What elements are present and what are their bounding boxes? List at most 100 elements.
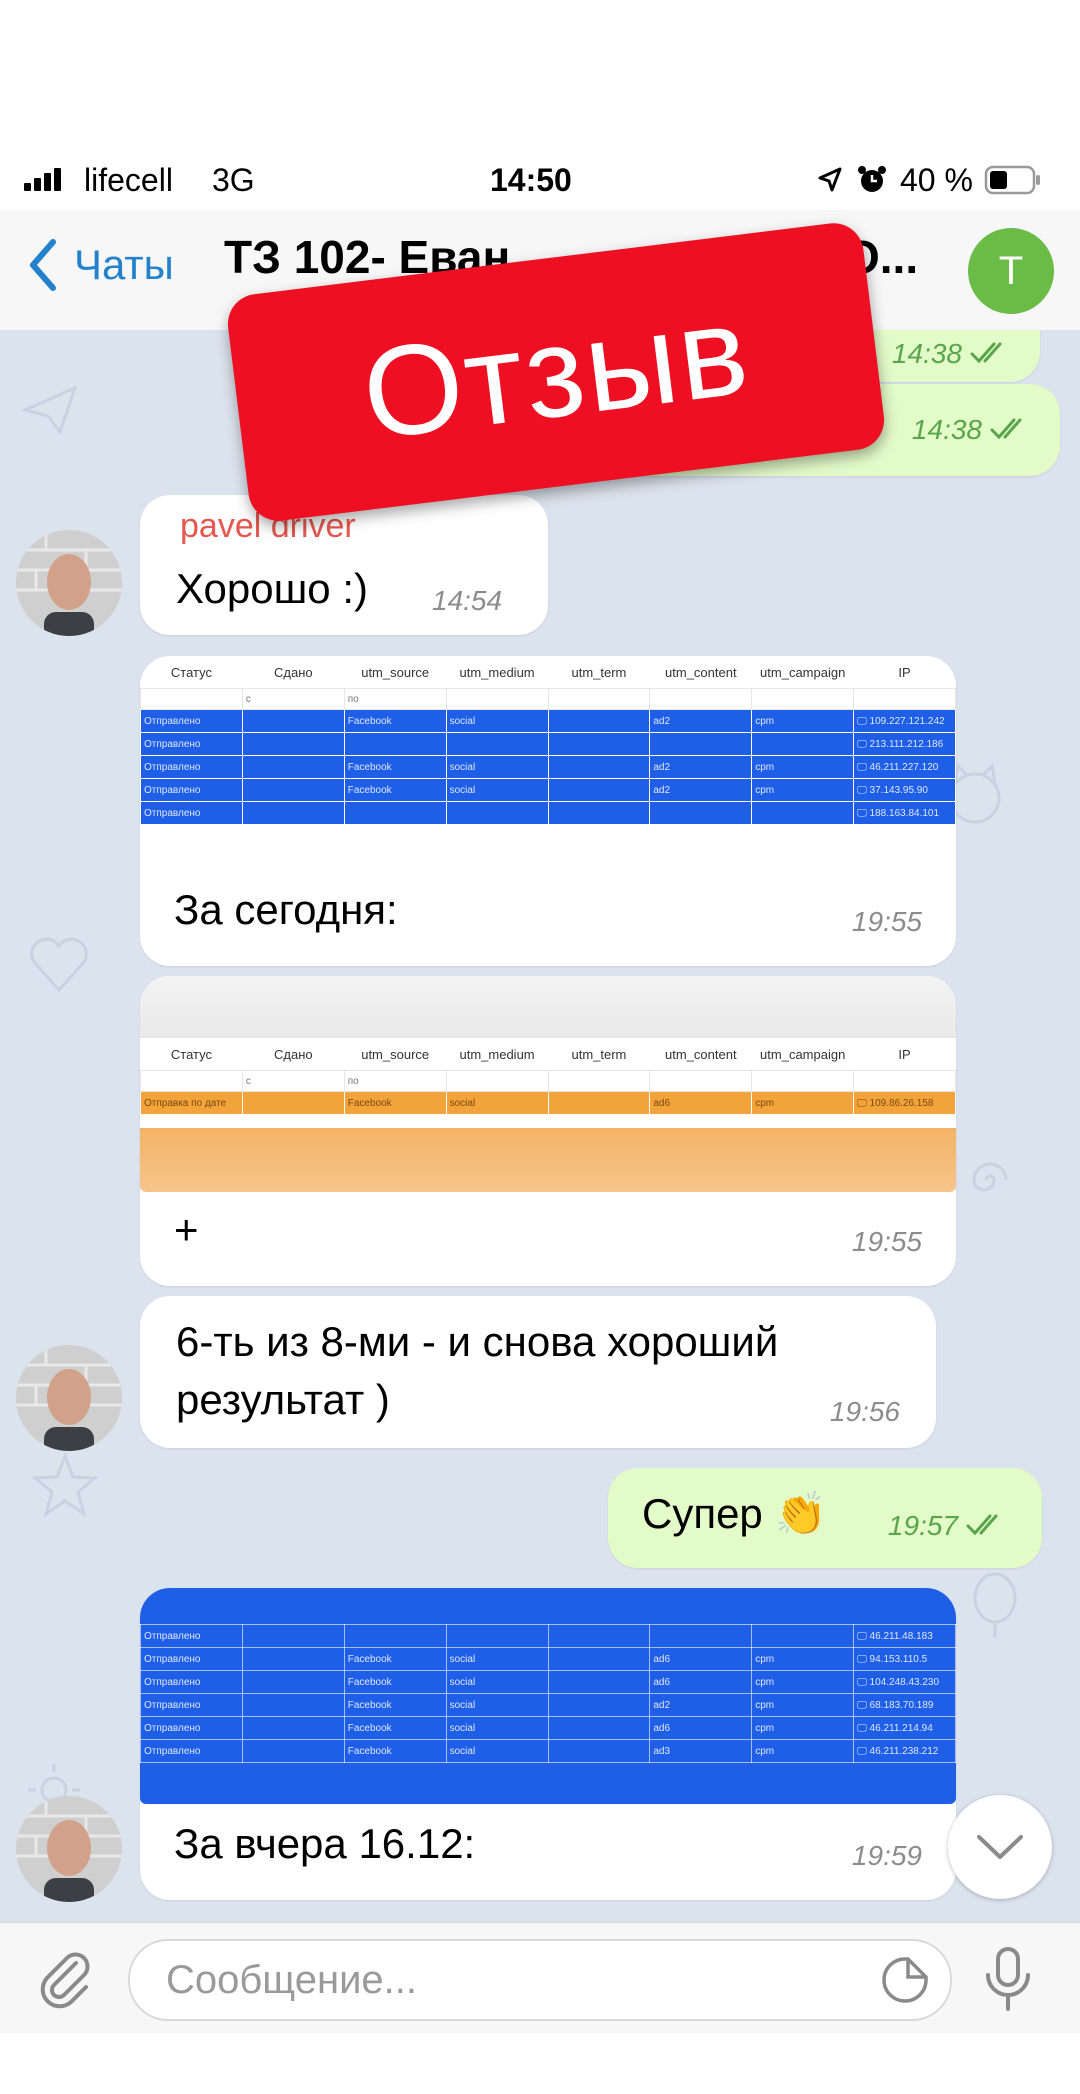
table-cell: 🖵 94.153.110.5 <box>853 1647 956 1671</box>
message-time: 19:57 <box>887 1510 958 1541</box>
table-row: Отправлено Facebook social ad6 cpm 🖵 104.248.… <box>140 1670 956 1694</box>
filter-cell[interactable]: с <box>241 1070 345 1092</box>
table-cell: Facebook <box>343 1647 447 1671</box>
table-cell <box>547 755 651 779</box>
table-cell <box>241 1670 345 1694</box>
incoming-message[interactable]: 6-ть из 8-ми - и снова хороший результат… <box>140 1296 936 1448</box>
filter-cell[interactable]: по <box>343 688 447 710</box>
wallpaper-balloon-icon <box>973 1572 1017 1638</box>
message-field[interactable] <box>128 1939 952 2021</box>
filter-cell[interactable] <box>751 688 855 710</box>
utm-table: Отправлено 🖵 46.211.48.183 Отправлено Faceb… <box>140 1624 956 1763</box>
table-header[interactable]: Статус <box>141 1038 243 1071</box>
table-header[interactable]: utm_campaign <box>752 656 854 689</box>
chat-avatar[interactable]: T <box>968 228 1054 314</box>
filter-cell[interactable] <box>140 1070 243 1092</box>
filter-cell[interactable] <box>547 1070 651 1092</box>
table-cell: 🖵 109.227.121.242 <box>853 709 956 733</box>
table-header[interactable]: utm_campaign <box>752 1038 854 1071</box>
utm-table: Статус Сдано utm_source utm_medium utm_term u… <box>140 1038 956 1115</box>
double-check-icon <box>990 418 1022 440</box>
screenshot-table-yesterday[interactable]: Отправлено 🖵 46.211.48.183 Отправлено Faceb… <box>140 1588 956 1804</box>
table-header[interactable]: utm_term <box>548 1038 650 1071</box>
screenshot-table-today[interactable]: Статус Сдано utm_source utm_medium utm_term u… <box>140 656 956 872</box>
table-cell: social <box>445 1670 549 1694</box>
table-cell <box>547 709 651 733</box>
table-cell <box>751 1624 855 1648</box>
table-cell <box>547 1716 651 1740</box>
microphone-icon[interactable] <box>980 1945 1036 2015</box>
table-cell <box>241 755 345 779</box>
filter-cell[interactable] <box>547 688 651 710</box>
attach-icon[interactable] <box>36 1949 96 2009</box>
table-cell: 🖵 213.111.212.186 <box>853 732 956 756</box>
filter-cell[interactable] <box>751 1070 855 1092</box>
table-cell: Отправлено <box>140 1624 243 1648</box>
avatar[interactable] <box>16 1345 122 1451</box>
table-cell: Facebook <box>343 1739 447 1763</box>
back-button[interactable]: Чаты <box>28 238 174 292</box>
table-cell: social <box>445 709 549 733</box>
table-cell: Facebook <box>343 778 447 802</box>
filter-cell[interactable] <box>445 1070 549 1092</box>
table-header[interactable]: IP <box>854 656 956 689</box>
table-cell <box>241 1647 345 1671</box>
table-header[interactable]: utm_content <box>650 1038 752 1071</box>
table-header[interactable]: utm_source <box>344 656 446 689</box>
table-cell: Отправлено <box>140 778 243 802</box>
table-cell: ad2 <box>649 709 753 733</box>
table-cell: social <box>445 1716 549 1740</box>
photo-message[interactable]: Отправлено 🖵 46.211.48.183 Отправлено Faceb… <box>140 1588 956 1900</box>
table-row: Отправлено 🖵 46.211.48.183 <box>140 1624 956 1648</box>
filter-cell[interactable] <box>649 1070 753 1092</box>
table-cell: 🖵 46.211.238.212 <box>853 1739 956 1763</box>
table-header[interactable]: Сдано <box>242 656 344 689</box>
wallpaper-plane-icon <box>20 385 78 436</box>
outgoing-message[interactable]: Супер 👏 19:57 <box>608 1468 1042 1568</box>
incoming-message[interactable]: pavel driver Хорошо :) 14:54 <box>140 495 548 635</box>
filter-cell[interactable]: по <box>343 1070 447 1092</box>
table-cell: ad2 <box>649 778 753 802</box>
table-cell: Facebook <box>343 1670 447 1694</box>
table-cell: cpm <box>751 1670 855 1694</box>
table-row: Отправлено Facebook social ad6 cpm 🖵 46.211.2… <box>140 1716 956 1740</box>
avatar[interactable] <box>16 530 122 636</box>
table-header[interactable]: utm_term <box>548 656 650 689</box>
photo-message[interactable]: Статус Сдано utm_source utm_medium utm_term u… <box>140 656 956 966</box>
table-cell <box>343 732 447 756</box>
table-header[interactable]: Сдано <box>242 1038 344 1071</box>
photo-message[interactable]: Статус Сдано utm_source utm_medium utm_term u… <box>140 976 956 1286</box>
message-time: 19:55 <box>851 906 922 937</box>
message-caption: За вчера 16.12: <box>174 1820 476 1867</box>
table-header[interactable]: utm_medium <box>446 656 548 689</box>
table-cell <box>547 1647 651 1671</box>
filter-cell[interactable]: с <box>241 688 345 710</box>
table-cell <box>445 801 549 825</box>
filter-cell[interactable] <box>853 1070 956 1092</box>
alarm-icon <box>858 166 886 192</box>
table-cell <box>343 1624 447 1648</box>
table-header[interactable]: utm_source <box>344 1038 446 1071</box>
table-cell: Отправлено <box>140 1716 243 1740</box>
avatar[interactable] <box>16 1796 122 1902</box>
screenshot-table-date[interactable]: Статус Сдано utm_source utm_medium utm_term u… <box>140 976 956 1192</box>
clock: 14:50 <box>490 162 572 198</box>
table-row: Отправлено Facebook social ad6 cpm 🖵 94.153.1… <box>140 1647 956 1671</box>
message-input[interactable] <box>164 1953 868 2007</box>
filter-cell[interactable] <box>140 688 243 710</box>
filter-cell[interactable] <box>853 688 956 710</box>
table-header[interactable]: IP <box>854 1038 956 1071</box>
table-header[interactable]: Статус <box>141 656 243 689</box>
table-filter-row: с по <box>140 1070 956 1092</box>
scroll-to-bottom-button[interactable] <box>948 1795 1052 1899</box>
filter-cell[interactable] <box>649 688 753 710</box>
filter-cell[interactable] <box>445 688 549 710</box>
sticker-icon[interactable] <box>880 1955 930 2005</box>
message-list[interactable]: 14:38 ) 14:38 pavel driver Хорошо :) 14:… <box>0 330 1080 1922</box>
table-header[interactable]: utm_content <box>650 656 752 689</box>
table-cell: 🖵 104.248.43.230 <box>853 1670 956 1694</box>
carrier-name: lifecell <box>84 162 173 198</box>
table-header[interactable]: utm_medium <box>446 1038 548 1071</box>
table-cell: 🖵 46.211.48.183 <box>853 1624 956 1648</box>
table-cell <box>343 801 447 825</box>
